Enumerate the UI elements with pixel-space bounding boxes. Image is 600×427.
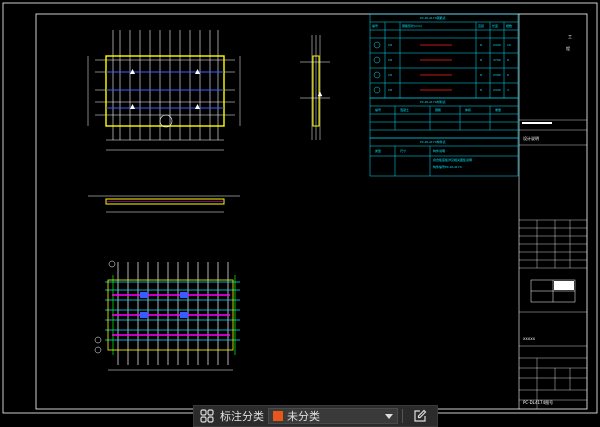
svg-text:编号: 编号 (372, 23, 378, 28)
category-color-swatch (273, 411, 283, 421)
svg-text:2430: 2430 (493, 88, 501, 92)
rebar-plan-view (94, 260, 240, 371)
svg-text:XXXXX: XXXXX (523, 337, 536, 341)
svg-text:8: 8 (480, 88, 482, 92)
svg-text:8: 8 (480, 58, 482, 62)
svg-text:8: 8 (480, 43, 482, 47)
chevron-down-icon (385, 413, 393, 419)
svg-text:编号: 编号 (375, 107, 381, 112)
svg-text:PC-DL4174钢筋表: PC-DL4174钢筋表 (420, 15, 446, 20)
svg-text:8: 8 (480, 73, 482, 77)
outer-frame (2, 2, 598, 414)
svg-text:6: 6 (507, 73, 509, 77)
elevation-strip (88, 195, 240, 213)
svg-text:2430: 2430 (493, 43, 501, 47)
svg-text:直径: 直径 (478, 23, 484, 28)
svg-text:叠合板底板详见相关图集说明: 叠合板底板详见相关图集说明 (433, 157, 472, 162)
svg-text:2390: 2390 (493, 73, 501, 77)
svg-text:体积: 体积 (465, 107, 471, 112)
annotation-category-value: 未分类 (287, 410, 320, 423)
svg-text:C8: C8 (388, 43, 392, 47)
svg-text:混凝土: 混凝土 (400, 107, 409, 112)
svg-text:10: 10 (507, 43, 511, 47)
svg-text:尺寸: 尺寸 (400, 148, 406, 153)
svg-text:C8: C8 (388, 88, 392, 92)
svg-text:构件编号PC-DL4174: 构件编号PC-DL4174 (433, 164, 462, 169)
svg-text:长度: 长度 (492, 23, 498, 28)
svg-text:重量: 重量 (495, 107, 501, 112)
svg-text:设计说明: 设计说明 (523, 135, 539, 141)
svg-text:类型: 类型 (375, 148, 381, 153)
annotation-category-label: 标注分类 (220, 410, 264, 423)
title-block: 工 程 设计说明 PC-DL4174图号 XXXXX (518, 14, 587, 409)
plan-view-top (87, 30, 241, 151)
edit-icon[interactable] (407, 405, 433, 427)
layout-grid-icon[interactable] (194, 405, 220, 427)
svg-text:3790: 3790 (493, 58, 501, 62)
svg-text:4: 4 (507, 88, 509, 92)
svg-text:钢筋: 钢筋 (435, 107, 441, 112)
annotation-category-select[interactable]: 未分类 (268, 408, 398, 424)
svg-text:8: 8 (507, 58, 509, 62)
toolbar-divider (402, 409, 403, 423)
svg-text:工: 工 (568, 34, 572, 39)
svg-text:构件说明: 构件说明 (433, 148, 445, 153)
drawing-number: PC-DL4174图号 (523, 399, 553, 405)
svg-text:C8: C8 (388, 73, 392, 77)
svg-text:钢筋形状(mm): 钢筋形状(mm) (402, 23, 422, 28)
svg-text:PC-DL4174构件表: PC-DL4174构件表 (420, 139, 446, 144)
svg-text:PC-DL4174材料表: PC-DL4174材料表 (420, 99, 446, 104)
annotation-toolbar: 标注分类 未分类 (193, 405, 438, 427)
cad-drawing-canvas[interactable]: 工 程 设计说明 PC-DL4174图号 XXXXX PC-DL4174钢筋表 … (0, 0, 600, 427)
section-view-side (300, 35, 330, 140)
svg-text:程: 程 (566, 45, 570, 51)
svg-text:C8: C8 (388, 58, 392, 62)
svg-text:根数: 根数 (506, 23, 512, 28)
